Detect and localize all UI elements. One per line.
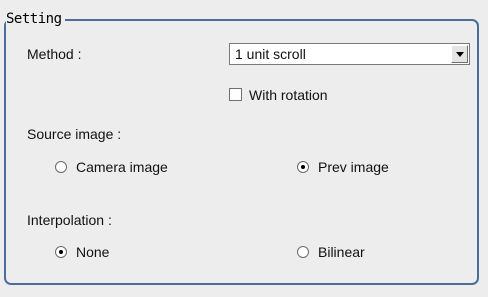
bilinear-radio[interactable] <box>297 246 309 258</box>
bilinear-label[interactable]: Bilinear <box>318 244 365 260</box>
with-rotation-checkbox[interactable] <box>229 88 242 101</box>
dropdown-button[interactable] <box>451 45 468 63</box>
camera-image-label[interactable]: Camera image <box>76 159 168 175</box>
method-dropdown[interactable]: 1 unit scroll <box>229 43 470 65</box>
setting-group-title: Setting <box>6 11 65 27</box>
interpolation-label: Interpolation : <box>27 212 112 228</box>
with-rotation-label[interactable]: With rotation <box>249 87 328 103</box>
method-selected-value: 1 unit scroll <box>235 46 306 62</box>
prev-image-radio[interactable] <box>297 161 309 173</box>
none-radio[interactable] <box>55 246 67 258</box>
chevron-down-icon <box>456 52 464 57</box>
prev-image-label[interactable]: Prev image <box>318 159 389 175</box>
none-label[interactable]: None <box>76 244 109 260</box>
method-label: Method : <box>27 46 82 62</box>
camera-image-radio[interactable] <box>55 161 67 173</box>
source-image-label: Source image : <box>27 126 122 142</box>
